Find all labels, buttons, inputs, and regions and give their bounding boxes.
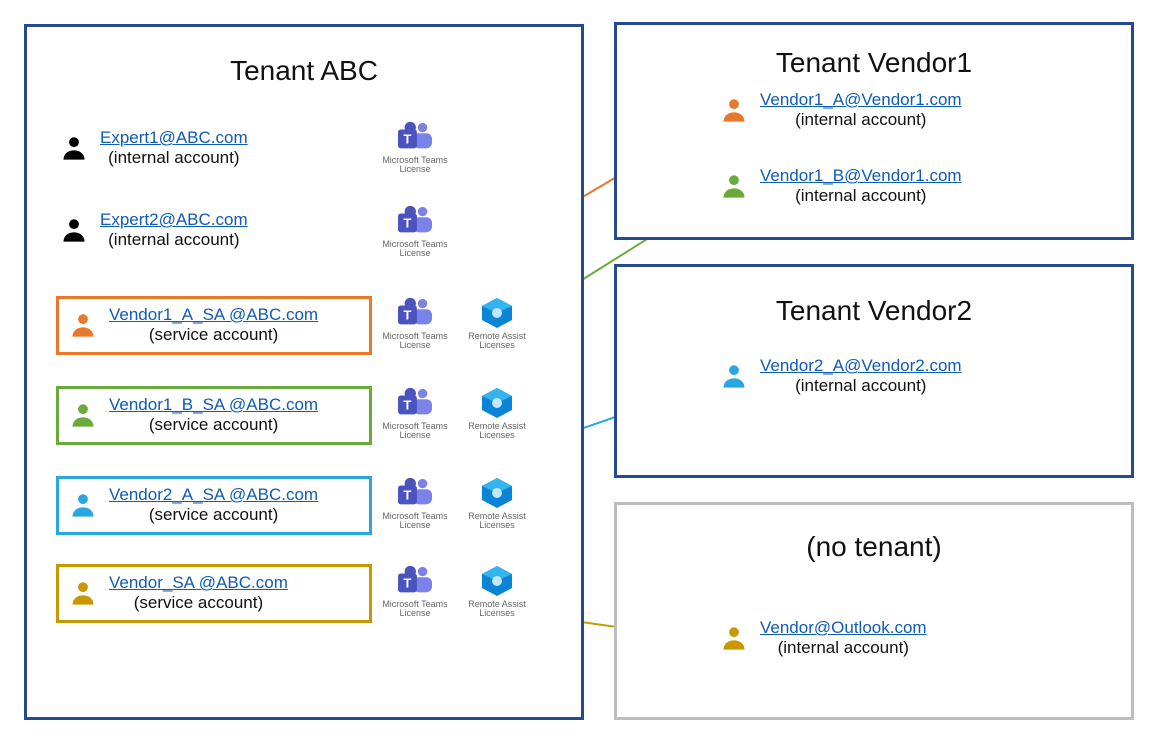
remote-assist-license-6: Remote Assist Licenses: [462, 564, 532, 619]
user-email-link[interactable]: Vendor1_A@Vendor1.com: [760, 90, 962, 110]
user-vendor-sa: Vendor_SA @ABC.com (service account): [56, 564, 372, 623]
tenant-vendor1-box: Tenant Vendor1: [614, 22, 1134, 240]
user-type-label: (internal account): [795, 110, 926, 130]
user-type-label: (internal account): [108, 230, 239, 250]
remote-assist-icon: [479, 476, 515, 510]
teams-license-label: Microsoft Teams License: [380, 600, 450, 619]
remote-assist-label: Remote Assist Licenses: [462, 600, 532, 619]
user-type-label: (internal account): [795, 376, 926, 396]
remote-assist-label: Remote Assist Licenses: [462, 332, 532, 351]
remote-assist-license-5: Remote Assist Licenses: [462, 476, 532, 531]
user-type-label: (service account): [149, 505, 278, 525]
user-email-link[interactable]: Vendor_SA @ABC.com: [109, 573, 288, 593]
user-email-link[interactable]: Vendor1_A_SA @ABC.com: [109, 305, 318, 325]
svg-text:T: T: [403, 576, 411, 591]
svg-text:T: T: [403, 216, 411, 231]
user-type-label: (internal account): [108, 148, 239, 168]
user-icon: [720, 362, 748, 390]
teams-icon: T: [396, 204, 434, 238]
svg-text:T: T: [403, 488, 411, 503]
remote-assist-icon: [479, 564, 515, 598]
user-icon: [69, 579, 97, 607]
user-type-label: (service account): [149, 415, 278, 435]
svg-text:T: T: [403, 132, 411, 147]
teams-license-label: Microsoft Teams License: [380, 240, 450, 259]
user-email-link[interactable]: Vendor@Outlook.com: [760, 618, 927, 638]
user-email-link[interactable]: Expert2@ABC.com: [100, 210, 248, 230]
user-vendor1a: Vendor1_A@Vendor1.com (internal account): [720, 90, 1050, 131]
teams-icon: T: [396, 120, 434, 154]
user-expert2: Expert2@ABC.com (internal account): [60, 210, 360, 251]
teams-license-6: T Microsoft Teams License: [380, 564, 450, 619]
svg-text:T: T: [403, 398, 411, 413]
user-type-label: (internal account): [778, 638, 909, 658]
teams-icon: T: [396, 296, 434, 330]
user-vendor1a-sa: Vendor1_A_SA @ABC.com (service account): [56, 296, 372, 355]
user-email-link[interactable]: Expert1@ABC.com: [100, 128, 248, 148]
teams-license-4: T Microsoft Teams License: [380, 386, 450, 441]
tenant-vendor1-title: Tenant Vendor1: [617, 47, 1131, 79]
remote-assist-license-4: Remote Assist Licenses: [462, 386, 532, 441]
remote-assist-label: Remote Assist Licenses: [462, 422, 532, 441]
user-vendor-notenant: Vendor@Outlook.com (internal account): [720, 618, 1050, 659]
teams-license-label: Microsoft Teams License: [380, 512, 450, 531]
user-email-link[interactable]: Vendor2_A@Vendor2.com: [760, 356, 962, 376]
svg-text:T: T: [403, 308, 411, 323]
user-vendor1b-sa: Vendor1_B_SA @ABC.com (service account): [56, 386, 372, 445]
user-icon: [69, 311, 97, 339]
user-type-label: (internal account): [795, 186, 926, 206]
user-type-label: (service account): [134, 593, 263, 613]
no-tenant-box: (no tenant): [614, 502, 1134, 720]
teams-license-label: Microsoft Teams License: [380, 422, 450, 441]
teams-license-3: T Microsoft Teams License: [380, 296, 450, 351]
user-icon: [60, 216, 88, 244]
teams-license-label: Microsoft Teams License: [380, 156, 450, 175]
user-expert1: Expert1@ABC.com (internal account): [60, 128, 360, 169]
user-icon: [69, 401, 97, 429]
user-type-label: (service account): [149, 325, 278, 345]
user-vendor1b: Vendor1_B@Vendor1.com (internal account): [720, 166, 1050, 207]
tenant-vendor2-title: Tenant Vendor2: [617, 295, 1131, 327]
user-email-link[interactable]: Vendor2_A_SA @ABC.com: [109, 485, 318, 505]
remote-assist-icon: [479, 296, 515, 330]
user-icon: [60, 134, 88, 162]
user-icon: [720, 624, 748, 652]
teams-license-label: Microsoft Teams License: [380, 332, 450, 351]
teams-license-5: T Microsoft Teams License: [380, 476, 450, 531]
remote-assist-icon: [479, 386, 515, 420]
user-email-link[interactable]: Vendor1_B_SA @ABC.com: [109, 395, 318, 415]
user-vendor2a-sa: Vendor2_A_SA @ABC.com (service account): [56, 476, 372, 535]
teams-license-2: T Microsoft Teams License: [380, 204, 450, 259]
remote-assist-license-3: Remote Assist Licenses: [462, 296, 532, 351]
user-icon: [720, 96, 748, 124]
teams-icon: T: [396, 386, 434, 420]
remote-assist-label: Remote Assist Licenses: [462, 512, 532, 531]
tenant-abc-title: Tenant ABC: [27, 55, 581, 87]
user-icon: [720, 172, 748, 200]
user-icon: [69, 491, 97, 519]
user-email-link[interactable]: Vendor1_B@Vendor1.com: [760, 166, 962, 186]
user-vendor2a: Vendor2_A@Vendor2.com (internal account): [720, 356, 1050, 397]
teams-license-1: T Microsoft Teams License: [380, 120, 450, 175]
teams-icon: T: [396, 564, 434, 598]
teams-icon: T: [396, 476, 434, 510]
no-tenant-title: (no tenant): [617, 531, 1131, 563]
